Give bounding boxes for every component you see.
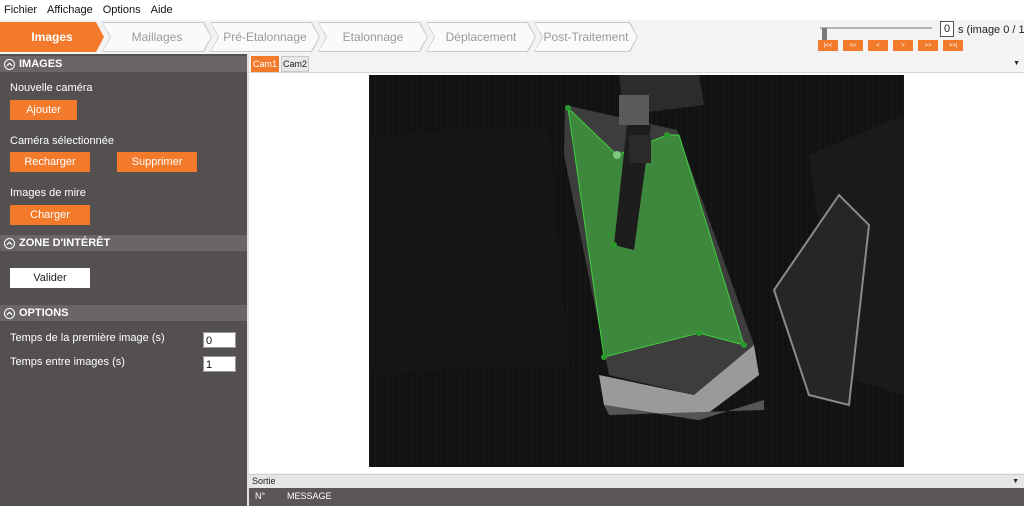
output-dropdown-icon[interactable]: ▼ — [1012, 475, 1019, 488]
first-frame-button[interactable]: |<< — [818, 40, 838, 51]
camera-scene — [369, 75, 904, 467]
frame-nav: |<< << < > >> >>| — [818, 40, 968, 51]
menu-aide[interactable]: Aide — [151, 4, 173, 16]
prev-frame-button[interactable]: < — [868, 40, 888, 51]
collapse-icon — [4, 307, 15, 319]
collapse-icon — [4, 237, 15, 249]
first-image-time-label: Temps de la première image (s) — [10, 332, 165, 344]
roi-section-header[interactable]: ZONE D'INTÉRÊT — [0, 235, 247, 251]
left-panel: IMAGES Nouvelle caméra Ajouter Caméra sé… — [0, 54, 247, 506]
step-pre-etalonnage[interactable]: Pré-Etalonnage — [210, 22, 320, 52]
options-section-header[interactable]: OPTIONS — [0, 305, 247, 321]
first-image-time-input[interactable]: 0 — [203, 332, 236, 348]
time-input[interactable]: 0 — [940, 21, 954, 37]
reload-button[interactable]: Recharger — [10, 152, 90, 172]
tabs-dropdown-icon[interactable]: ▼ — [1013, 60, 1020, 67]
selected-camera-label: Caméra sélectionnée — [10, 135, 114, 147]
load-button[interactable]: Charger — [10, 205, 90, 225]
step-deplacement[interactable]: Déplacement — [426, 22, 536, 52]
step-maillages[interactable]: Maillages — [102, 22, 212, 52]
step-images[interactable]: Images — [0, 22, 104, 52]
time-slider[interactable] — [820, 27, 932, 41]
output-bar[interactable]: Sortie ▼ — [249, 474, 1024, 488]
images-section-header[interactable]: IMAGES — [0, 56, 247, 72]
fast-forward-button[interactable]: >> — [918, 40, 938, 51]
step-etalonnage[interactable]: Etalonnage — [318, 22, 428, 52]
between-images-input[interactable]: 1 — [203, 356, 236, 372]
new-camera-label: Nouvelle caméra — [10, 82, 93, 94]
time-label: s (image 0 / 1) — [958, 24, 1024, 36]
menu-fichier[interactable]: Fichier — [4, 4, 37, 16]
collapse-icon — [4, 58, 15, 70]
menu-bar: Fichier Affichage Options Aide — [0, 0, 1024, 20]
camera-tabs: Cam1 Cam2 ▼ — [249, 56, 1024, 72]
add-camera-button[interactable]: Ajouter — [10, 100, 77, 120]
tab-cam2[interactable]: Cam2 — [281, 56, 309, 72]
column-number[interactable]: N° — [255, 491, 265, 501]
column-message[interactable]: MESSAGE — [287, 491, 332, 501]
target-images-label: Images de mire — [10, 187, 86, 199]
step-post-traitement[interactable]: Post-Traitement — [534, 22, 638, 52]
validate-button[interactable]: Valider — [10, 268, 90, 288]
output-title: Sortie — [252, 476, 276, 486]
menu-options[interactable]: Options — [103, 4, 141, 16]
camera-image[interactable] — [369, 75, 904, 467]
last-frame-button[interactable]: >>| — [943, 40, 963, 51]
output-table-header: N° MESSAGE — [249, 488, 1024, 506]
time-controls: 0 s (image 0 / 1) |<< << < > >> >>| — [816, 20, 1024, 56]
between-images-label: Temps entre images (s) — [10, 356, 125, 368]
tab-cam1[interactable]: Cam1 — [251, 56, 279, 72]
menu-affichage[interactable]: Affichage — [47, 4, 93, 16]
delete-button[interactable]: Supprimer — [117, 152, 197, 172]
next-frame-button[interactable]: > — [893, 40, 913, 51]
rewind-button[interactable]: << — [843, 40, 863, 51]
workflow-steps: Images Maillages Pré-Etalonnage Etalonna… — [0, 22, 660, 52]
